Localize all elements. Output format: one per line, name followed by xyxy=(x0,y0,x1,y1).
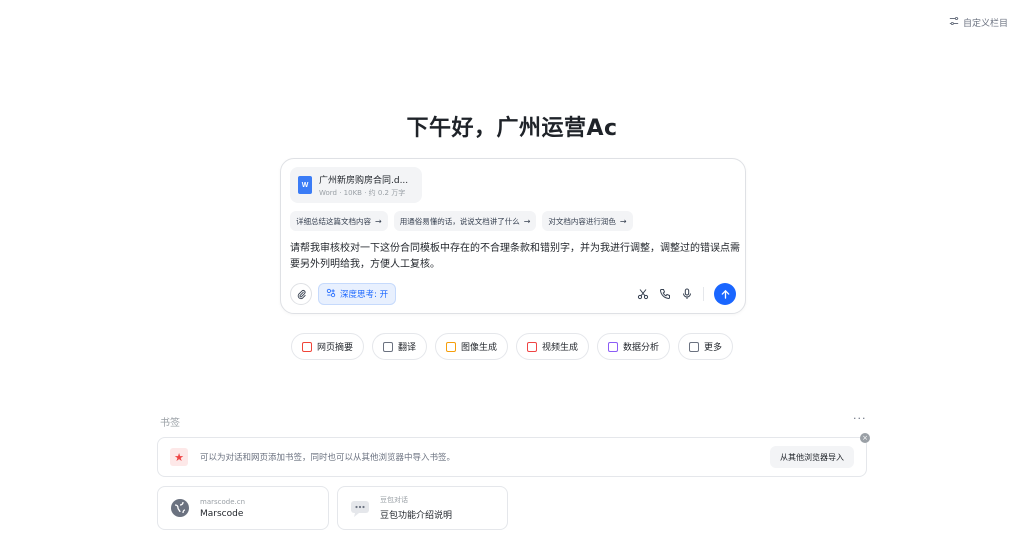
suggestion-chip[interactable]: 用通俗易懂的话，说说文档讲了什么 → xyxy=(393,211,537,231)
bookmarks-banner: ★ 可以为对话和网页添加书签，同时也可以从其他浏览器中导入书签。 从其他浏览器导… xyxy=(157,437,867,477)
customize-columns-label: 自定义栏目 xyxy=(962,19,1008,29)
globe-icon xyxy=(170,498,190,518)
quick-action-label: 网页摘要 xyxy=(316,343,353,353)
video-gen-icon xyxy=(527,341,537,352)
image-gen-icon xyxy=(445,341,456,352)
arrow-right-icon: → xyxy=(619,216,627,226)
suggestion-label: 用通俗易懂的话，说说文档讲了什么 xyxy=(399,216,520,226)
quick-action-web-summary[interactable]: 网页摘要 xyxy=(290,333,364,360)
quick-action-image-gen[interactable]: 图像生成 xyxy=(434,333,508,360)
quick-action-label: 翻译 xyxy=(397,343,416,353)
phone-icon[interactable] xyxy=(659,288,671,300)
word-file-icon: W xyxy=(298,176,312,194)
composer-toolbar: 深度思考: 开 xyxy=(290,283,736,305)
bookmark-name: 豆包功能介绍说明 xyxy=(380,511,453,521)
deep-think-toggle[interactable]: 深度思考: 开 xyxy=(318,283,397,305)
chat-bubble-icon xyxy=(350,498,370,518)
bookmarks-banner-text: 可以为对话和网页添加书签，同时也可以从其他浏览器中导入书签。 xyxy=(200,453,456,463)
paperclip-icon xyxy=(296,285,307,304)
quick-action-translate[interactable]: 翻译 xyxy=(371,333,427,360)
suggestion-label: 对文档内容进行润色 xyxy=(548,216,616,226)
web-summary-icon xyxy=(301,341,312,352)
bookmarks-title: 书签 xyxy=(160,418,180,429)
suggestion-chip[interactable]: 对文档内容进行润色 → xyxy=(542,211,633,231)
quick-actions: 网页摘要 翻译 图像生成 视频生成 数据分析 更多 xyxy=(0,333,1024,360)
grid-icon xyxy=(689,341,700,352)
arrow-up-icon xyxy=(720,285,731,304)
attached-file-card[interactable]: W 广州新房购房合同.d... Word · 10KB · 约 0.2 万字 xyxy=(290,167,422,203)
quick-action-more[interactable]: 更多 xyxy=(678,333,734,360)
customize-columns-button[interactable]: 自定义栏目 xyxy=(949,16,1008,29)
bookmark-card[interactable]: 豆包对话 豆包功能介绍说明 xyxy=(337,486,508,530)
quick-action-label: 视频生成 xyxy=(542,343,579,353)
translate-icon xyxy=(382,341,393,352)
send-button[interactable] xyxy=(714,283,736,305)
quick-action-video-gen[interactable]: 视频生成 xyxy=(516,333,590,360)
bookmark-source: 豆包对话 xyxy=(380,496,408,504)
bookmark-name: Marscode xyxy=(200,508,244,519)
star-icon: ★ xyxy=(170,448,188,466)
arrow-right-icon: → xyxy=(375,216,382,226)
arrow-right-icon: → xyxy=(523,216,531,226)
quick-action-data-analysis[interactable]: 数据分析 xyxy=(597,333,671,360)
bookmark-card[interactable]: marscode.cn Marscode xyxy=(157,486,329,530)
import-bookmarks-button[interactable]: 从其他浏览器导入 xyxy=(770,446,854,468)
quick-action-label: 数据分析 xyxy=(623,343,660,353)
bookmark-domain: marscode.cn xyxy=(200,497,246,506)
deep-think-label: 深度思考: 开 xyxy=(340,290,389,300)
chat-composer: W 广州新房购房合同.d... Word · 10KB · 约 0.2 万字 详… xyxy=(280,158,746,314)
suggestion-chip[interactable]: 详细总结这篇文档内容 → xyxy=(290,211,388,231)
sliders-icon xyxy=(949,16,959,29)
file-name: 广州新房购房合同.d... xyxy=(319,175,409,186)
file-meta: Word · 10KB · 约 0.2 万字 xyxy=(319,188,406,197)
microphone-icon[interactable] xyxy=(681,288,693,300)
prompt-input[interactable]: 请帮我审核校对一下这份合同模板中存在的不合理条款和错别字，并为我进行调整，调整过… xyxy=(290,241,740,273)
scissors-icon[interactable] xyxy=(637,288,649,300)
toolbar-divider xyxy=(703,287,704,301)
bookmarks-more-button[interactable]: ··· xyxy=(853,412,867,425)
quick-action-label: 更多 xyxy=(704,343,723,353)
greeting-title: 下午好，广州运营Ac xyxy=(406,116,618,141)
attach-button[interactable] xyxy=(290,283,312,305)
suggestion-chips: 详细总结这篇文档内容 → 用通俗易懂的话，说说文档讲了什么 → 对文档内容进行润… xyxy=(290,211,633,231)
data-analysis-icon xyxy=(608,341,619,352)
atom-icon xyxy=(326,288,336,301)
close-icon[interactable]: × xyxy=(860,433,870,443)
suggestion-label: 详细总结这篇文档内容 xyxy=(296,216,371,226)
quick-action-label: 图像生成 xyxy=(460,343,497,353)
